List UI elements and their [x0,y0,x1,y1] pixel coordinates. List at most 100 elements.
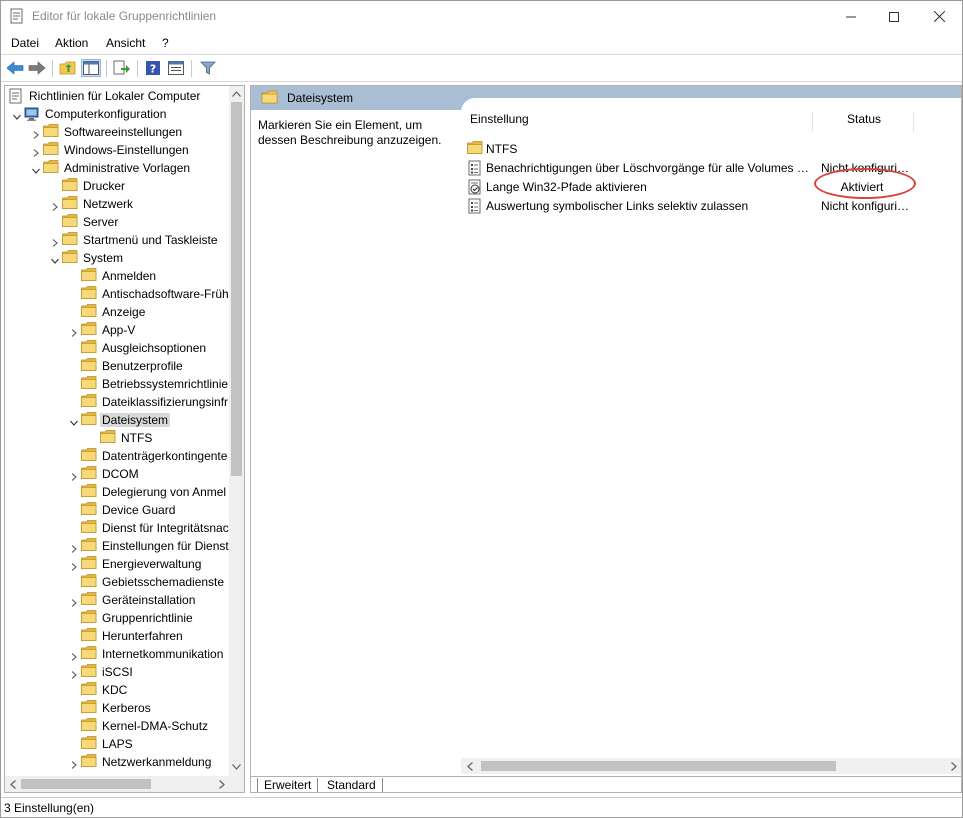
column-header-einstellung[interactable]: Einstellung [470,112,529,134]
tree-item-windows-einstellungen[interactable]: Windows-Einstellungen [5,141,231,159]
tree-item-dateiklassifizierungsinfr[interactable]: Dateiklassifizierungsinfr [5,393,231,411]
chevron-right-icon[interactable] [70,326,78,337]
setting-row-lange-win32-pfade-aktivieren[interactable]: Lange Win32-Pfade aktivieren Aktiviert [467,178,957,196]
minimize-button[interactable] [828,1,874,32]
tree-item-antischadsoftware-früh[interactable]: Antischadsoftware-Früh [5,285,231,303]
tree-horizontal-scroll-thumb[interactable] [21,779,151,789]
tree-item-gruppenrichtlinie[interactable]: Gruppenrichtlinie [5,609,231,627]
scroll-right-icon[interactable] [949,761,959,771]
tree-item-ntfs[interactable]: NTFS [5,429,231,447]
tree-item-app-v[interactable]: App-V [5,321,231,339]
chevron-right-icon[interactable] [70,542,78,553]
scroll-down-icon[interactable] [231,762,241,772]
scroll-up-icon[interactable] [231,89,241,99]
tree-item-dcom[interactable]: DCOM [5,465,231,483]
folder-icon [261,90,279,108]
tree-item-betriebssystemrichtlinie[interactable]: Betriebssystemrichtlinie [5,375,231,393]
scroll-left-icon[interactable] [8,779,18,789]
menu-datei[interactable]: Datei [11,36,39,50]
close-button[interactable] [916,1,962,32]
filter-icon[interactable] [198,59,218,77]
tree-item-server[interactable]: Server [5,213,231,231]
list-horizontal-scrollbar[interactable] [461,758,961,774]
tree-item-kerberos[interactable]: Kerberos [5,699,231,717]
chevron-right-icon[interactable] [70,596,78,607]
forward-icon[interactable] [27,59,47,77]
chevron-right-icon[interactable] [32,146,40,157]
tree-item-label: Gebietsschemadienste [102,575,225,589]
chevron-right-icon[interactable] [32,128,40,139]
tree-item-ausgleichsoptionen[interactable]: Ausgleichsoptionen [5,339,231,357]
help-icon[interactable]: ? [143,59,163,77]
scroll-left-icon[interactable] [465,761,475,771]
maximize-button[interactable] [871,1,917,32]
export-list-icon[interactable] [112,59,132,77]
tree-item-startmenü-und-taskleiste[interactable]: Startmenü und Taskleiste [5,231,231,249]
chevron-right-icon[interactable] [70,668,78,679]
setting-row-benachrichtigungen-über-löschvorgänge-fü[interactable]: Benachrichtigungen über Löschvorgänge fü… [467,159,957,177]
tab-erweitert[interactable]: Erweitert [257,778,319,792]
chevron-right-icon[interactable] [70,758,78,769]
tree-item-delegierung-von-anmel[interactable]: Delegierung von Anmel [5,483,231,501]
chevron-right-icon[interactable] [70,560,78,571]
tree-item-energieverwaltung[interactable]: Energieverwaltung [5,555,231,573]
chevron-right-icon[interactable] [70,650,78,661]
tree-item-device-guard[interactable]: Device Guard [5,501,231,519]
tree-item-anmelden[interactable]: Anmelden [5,267,231,285]
chevron-right-icon[interactable] [70,470,78,481]
title-bar[interactable]: Editor für lokale Gruppenrichtlinien [1,1,962,32]
folder-icon [81,484,97,500]
tree-item-anzeige[interactable]: Anzeige [5,303,231,321]
tree-item-benutzerprofile[interactable]: Benutzerprofile [5,357,231,375]
settings-list[interactable]: Einstellung Status NTFS Benachrichtigunge… [461,98,961,758]
show-hide-tree-icon[interactable] [81,59,101,77]
column-separator[interactable] [913,112,914,132]
menu-aktion[interactable]: Aktion [55,36,88,50]
column-header-status[interactable]: Status [847,112,881,134]
setting-row-ntfs[interactable]: NTFS [467,140,957,158]
tree-item-iscsi[interactable]: iSCSI [5,663,231,681]
tree-item-netzwerk[interactable]: Netzwerk [5,195,231,213]
tree-vertical-scrollbar[interactable] [229,86,244,776]
folder-icon [81,754,97,770]
tree-item-system[interactable]: System [5,249,231,267]
chevron-right-icon[interactable] [51,200,59,211]
tree-item-softwareeinstellungen[interactable]: Softwareeinstellungen [5,123,231,141]
tree-item-administrative-vorlagen[interactable]: Administrative Vorlagen [5,159,231,177]
tree-item-label: Softwareeinstellungen [64,125,183,139]
setting-row-auswertung-symbolischer-links-selektiv-z[interactable]: Auswertung symbolischer Links selektiv z… [467,197,957,215]
tree-item-datenträgerkontingente[interactable]: Datenträgerkontingente [5,447,231,465]
list-horizontal-scroll-thumb[interactable] [481,761,836,771]
properties-icon[interactable] [166,59,186,77]
up-folder-icon[interactable] [58,59,78,77]
back-icon[interactable] [5,59,25,77]
chevron-down-icon[interactable] [13,110,21,120]
tree-item-laps[interactable]: LAPS [5,735,231,753]
folder-icon [81,556,97,572]
menu-help[interactable]: ? [162,36,169,50]
tree-item-kdc[interactable]: KDC [5,681,231,699]
tree-item-einstellungen-für-dienst[interactable]: Einstellungen für Dienst [5,537,231,555]
column-separator[interactable] [812,112,813,132]
tree-horizontal-scrollbar[interactable] [5,776,231,792]
scroll-right-icon[interactable] [217,779,227,789]
tree-item-gebietsschemadienste[interactable]: Gebietsschemadienste [5,573,231,591]
tree-item-drucker[interactable]: Drucker [5,177,231,195]
tree-item-richtlinien-für-lokaler-computer[interactable]: Richtlinien für Lokaler Computer [5,87,231,105]
tree-item-dienst-für-integritätsnac[interactable]: Dienst für Integritätsnac [5,519,231,537]
menu-ansicht[interactable]: Ansicht [106,36,145,50]
tree-item-geräteinstallation[interactable]: Geräteinstallation [5,591,231,609]
tree-item-dateisystem[interactable]: Dateisystem [5,411,231,429]
tree-vertical-scroll-thumb[interactable] [231,102,242,476]
chevron-down-icon[interactable] [32,164,40,174]
tree-item-netzwerkanmeldung[interactable]: Netzwerkanmeldung [5,753,231,771]
chevron-down-icon[interactable] [70,416,78,426]
tree-item-internetkommunikation[interactable]: Internetkommunikation [5,645,231,663]
tree-item-computerkonfiguration[interactable]: Computerkonfiguration [5,105,231,123]
chevron-down-icon[interactable] [51,254,59,264]
chevron-right-icon[interactable] [51,236,59,247]
tab-standard[interactable]: Standard [321,778,383,792]
tree-item-herunterfahren[interactable]: Herunterfahren [5,627,231,645]
tree-item-kernel-dma-schutz[interactable]: Kernel-DMA-Schutz [5,717,231,735]
tree-pane[interactable]: Richtlinien für Lokaler Computer Computer… [4,85,245,793]
